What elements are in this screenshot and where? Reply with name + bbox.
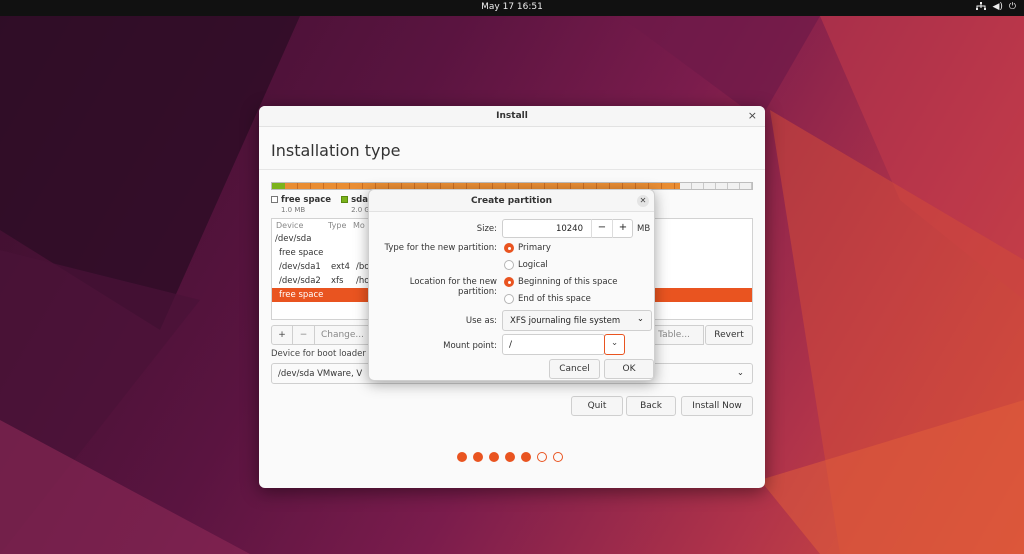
size-unit: MB xyxy=(637,224,651,234)
change-partition-button[interactable]: Change... xyxy=(315,325,371,345)
cell-type: ext4 xyxy=(331,262,350,272)
top-bar: May 17 16:51 ◀) ⏻ xyxy=(0,0,1024,16)
page-title: Installation type xyxy=(271,141,401,160)
close-icon[interactable]: × xyxy=(748,109,757,122)
mount-point-value: / xyxy=(509,340,513,350)
revert-button[interactable]: Revert xyxy=(705,325,753,345)
partition-segment-free xyxy=(680,183,752,189)
column-header-type[interactable]: Type xyxy=(328,221,353,232)
system-tray[interactable]: ◀) ⏻ xyxy=(976,2,1016,14)
radio-unselected-icon xyxy=(504,260,514,270)
volume-icon[interactable]: ◀) xyxy=(992,2,1002,14)
quit-button[interactable]: Quit xyxy=(571,396,623,416)
size-label: Size: xyxy=(476,224,497,234)
size-increment-button[interactable]: + xyxy=(612,219,633,238)
type-primary-radio[interactable]: Primary xyxy=(504,243,551,253)
mount-point-input[interactable]: / xyxy=(502,334,605,355)
partition-legend: free space 1.0 MB sda1 2.0 G xyxy=(271,195,374,214)
use-as-value: XFS journaling file system xyxy=(510,316,621,326)
ok-button[interactable]: OK xyxy=(604,359,654,379)
legend-item: free space 1.0 MB xyxy=(271,195,331,214)
progress-dots xyxy=(457,452,563,462)
type-label: Type for the new partition: xyxy=(384,243,497,253)
radio-label: Primary xyxy=(518,243,551,253)
partition-segment-sda1 xyxy=(272,183,285,189)
cancel-button[interactable]: Cancel xyxy=(549,359,600,379)
bootloader-label: Device for boot loader i xyxy=(271,349,371,359)
back-button[interactable]: Back xyxy=(626,396,676,416)
size-value[interactable]: 10240 xyxy=(503,224,583,234)
mount-point-dropdown-button[interactable]: ⌄ xyxy=(604,334,625,355)
chevron-down-icon: ⌄ xyxy=(736,368,744,378)
column-header-device[interactable]: Device xyxy=(276,221,328,232)
radio-selected-icon xyxy=(504,243,514,253)
radio-label: Logical xyxy=(518,260,548,270)
install-now-button[interactable]: Install Now xyxy=(681,396,753,416)
divider xyxy=(259,169,765,170)
chevron-down-icon: ⌄ xyxy=(636,314,644,324)
progress-dot xyxy=(473,452,483,462)
progress-dot xyxy=(505,452,515,462)
legend-swatch xyxy=(271,196,278,203)
location-end-radio[interactable]: End of this space xyxy=(504,294,591,304)
progress-dot xyxy=(489,452,499,462)
cell-type: xfs xyxy=(331,276,344,286)
radio-unselected-icon xyxy=(504,294,514,304)
cell-device: /dev/sda xyxy=(275,234,312,244)
radio-selected-icon xyxy=(504,277,514,287)
chevron-down-icon: ⌄ xyxy=(610,338,619,348)
progress-dot xyxy=(457,452,467,462)
legend-swatch xyxy=(341,196,349,203)
legend-size: 1.0 MB xyxy=(281,206,306,214)
progress-dot xyxy=(537,452,547,462)
dialog-titlebar: Create partition ✕ xyxy=(369,190,654,212)
partition-toolbar: + − Change... xyxy=(271,325,371,345)
size-spinbox[interactable]: 10240 − + xyxy=(502,219,633,238)
size-decrement-button[interactable]: − xyxy=(591,219,612,238)
radio-label: End of this space xyxy=(518,294,591,304)
add-partition-button[interactable]: + xyxy=(271,325,293,345)
cell-device: /dev/sda1 xyxy=(279,262,321,272)
mount-point-label: Mount point: xyxy=(443,341,497,351)
power-icon[interactable]: ⏻ xyxy=(1009,2,1016,14)
clock[interactable]: May 17 16:51 xyxy=(0,2,1024,12)
bootloader-value: /dev/sda VMware, V xyxy=(278,369,363,379)
network-icon[interactable] xyxy=(976,2,987,14)
cell-device: free space xyxy=(279,290,324,300)
radio-label: Beginning of this space xyxy=(518,277,618,287)
window-title: Install xyxy=(496,111,528,121)
location-label: Location for the new partition: xyxy=(409,277,497,297)
close-icon[interactable]: ✕ xyxy=(637,195,649,207)
location-beginning-radio[interactable]: Beginning of this space xyxy=(504,277,617,287)
cell-device: free space xyxy=(279,248,324,258)
use-as-select[interactable]: XFS journaling file system ⌄ xyxy=(502,310,652,331)
progress-dot xyxy=(521,452,531,462)
window-titlebar: Install × xyxy=(259,106,765,127)
cell-device: /dev/sda2 xyxy=(279,276,321,286)
create-partition-dialog: Create partition ✕ Size: 10240 − + MB Ty… xyxy=(368,189,655,381)
progress-dot xyxy=(553,452,563,462)
dialog-title: Create partition xyxy=(470,196,553,206)
type-logical-radio[interactable]: Logical xyxy=(504,260,548,270)
use-as-label: Use as: xyxy=(465,316,497,326)
remove-partition-button[interactable]: − xyxy=(293,325,315,345)
legend-name: free space xyxy=(281,195,332,205)
